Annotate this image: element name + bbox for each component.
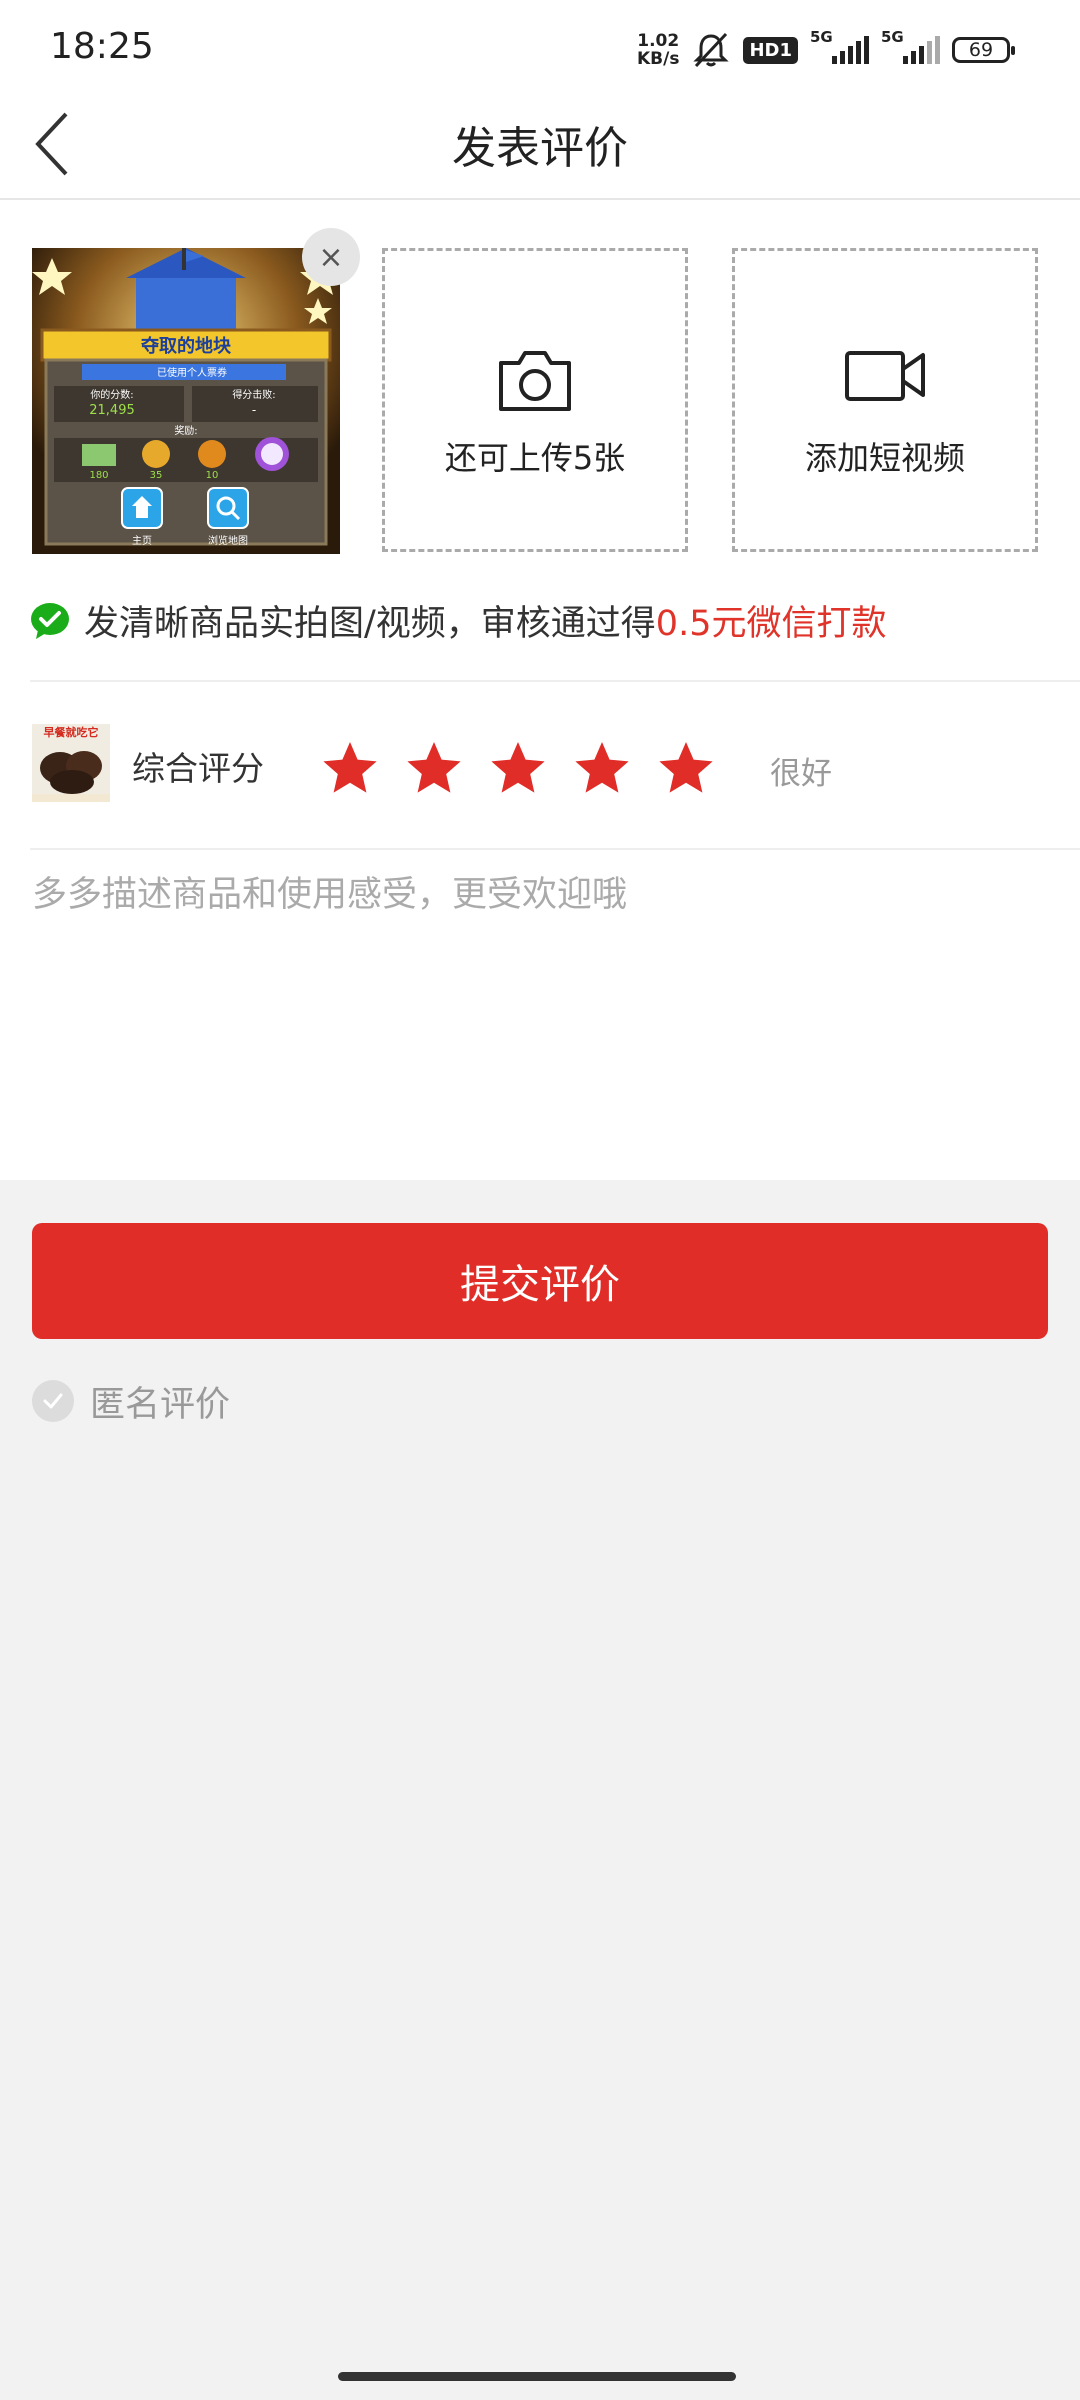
thumb-reward-1: 180 bbox=[89, 470, 108, 481]
anonymous-label: 匿名评价 bbox=[90, 1384, 231, 1425]
thumb-reward-2: 35 bbox=[150, 470, 163, 481]
sim2-network-type: 5G bbox=[881, 28, 904, 46]
review-page: 18:25 1.02 KB/s HD1 5G 5G 69 发表评价 夺取的地块 … bbox=[0, 0, 1080, 2400]
bell-muted-icon bbox=[693, 32, 730, 68]
thumb-reward-3: 10 bbox=[206, 470, 219, 481]
star-2-icon[interactable] bbox=[404, 738, 464, 798]
thumb-rank-value: - bbox=[252, 403, 256, 417]
hd-badge: HD1 bbox=[743, 36, 798, 64]
status-icons: 1.02 KB/s HD1 5G 5G 69 bbox=[637, 28, 1015, 70]
camera-icon bbox=[499, 351, 571, 411]
wechat-icon bbox=[31, 603, 69, 639]
product-thumbnail: 早餐就吃它 bbox=[32, 724, 110, 802]
thumb-score-value: 21,495 bbox=[89, 403, 135, 418]
add-video-icon-wrap bbox=[735, 347, 1035, 403]
game-screenshot-image: 夺取的地块 已使用个人票券 你的分数: 21,495 得分击败: - 奖励: 1… bbox=[32, 248, 340, 554]
star-3-icon[interactable] bbox=[488, 738, 548, 798]
clock: 18:25 bbox=[50, 26, 154, 67]
product-image: 早餐就吃它 bbox=[32, 724, 110, 802]
thumb-score-label: 你的分数: bbox=[90, 388, 133, 401]
upload-photo-button[interactable]: 还可上传5张 bbox=[382, 248, 688, 552]
network-speed-value: 1.02 bbox=[637, 31, 680, 51]
video-camera-icon bbox=[845, 351, 925, 401]
signal-sim1-icon: 5G bbox=[810, 28, 869, 64]
battery-level: 69 bbox=[968, 39, 994, 61]
add-video-button[interactable]: 添加短视频 bbox=[732, 248, 1038, 552]
thumb-home-label: 主页 bbox=[132, 535, 152, 547]
tip-text: 发清晰商品实拍图/视频，审核通过得 bbox=[84, 603, 656, 644]
overall-rating-label: 综合评分 bbox=[132, 749, 264, 788]
reward-tip: 发清晰商品实拍图/视频，审核通过得 0.5元微信打款 bbox=[30, 595, 886, 645]
network-speed: 1.02 KB/s bbox=[637, 32, 679, 68]
signal-sim2-icon: 5G bbox=[881, 28, 940, 64]
thumb-map-label: 浏览地图 bbox=[208, 534, 248, 547]
thumb-banner: 已使用个人票券 bbox=[157, 366, 227, 379]
nav-bar: 发表评价 bbox=[0, 90, 1080, 200]
page-title: 发表评价 bbox=[452, 123, 628, 174]
remove-image-button[interactable]: × bbox=[302, 228, 360, 286]
uploaded-image-thumbnail[interactable]: 夺取的地块 已使用个人票券 你的分数: 21,495 得分击败: - 奖励: 1… bbox=[32, 248, 340, 554]
divider bbox=[30, 680, 1080, 682]
sim1-network-type: 5G bbox=[810, 28, 833, 46]
tip-highlight: 0.5元微信打款 bbox=[655, 603, 887, 644]
submit-review-button[interactable]: 提交评价 bbox=[32, 1223, 1048, 1339]
star-5-icon[interactable] bbox=[656, 738, 716, 798]
checkmark-icon bbox=[43, 1393, 63, 1409]
battery-icon: 69 bbox=[952, 37, 1015, 63]
add-video-label: 添加短视频 bbox=[804, 439, 965, 477]
star-1-icon[interactable] bbox=[320, 738, 380, 798]
anonymous-review-toggle[interactable]: 匿名评价 bbox=[32, 1378, 231, 1425]
product-banner-text: 早餐就吃它 bbox=[44, 725, 99, 739]
status-bar: 18:25 1.02 KB/s HD1 5G 5G 69 bbox=[0, 0, 1080, 90]
network-speed-unit: KB/s bbox=[637, 49, 680, 69]
anonymous-checkbox[interactable] bbox=[32, 1380, 74, 1422]
close-icon: × bbox=[318, 239, 344, 275]
home-indicator[interactable] bbox=[338, 2372, 736, 2381]
divider bbox=[30, 848, 1080, 850]
star-4-icon[interactable] bbox=[572, 738, 632, 798]
upload-photo-icon-wrap bbox=[385, 347, 685, 413]
thumb-rank-label: 得分击败: bbox=[232, 388, 275, 401]
upload-photo-label: 还可上传5张 bbox=[444, 439, 626, 477]
star-rating[interactable] bbox=[320, 738, 716, 798]
review-textarea[interactable] bbox=[32, 866, 1048, 1146]
rating-text: 很好 bbox=[770, 756, 832, 792]
thumb-title: 夺取的地块 bbox=[141, 335, 232, 357]
thumb-reward-label: 奖励: bbox=[174, 424, 197, 437]
